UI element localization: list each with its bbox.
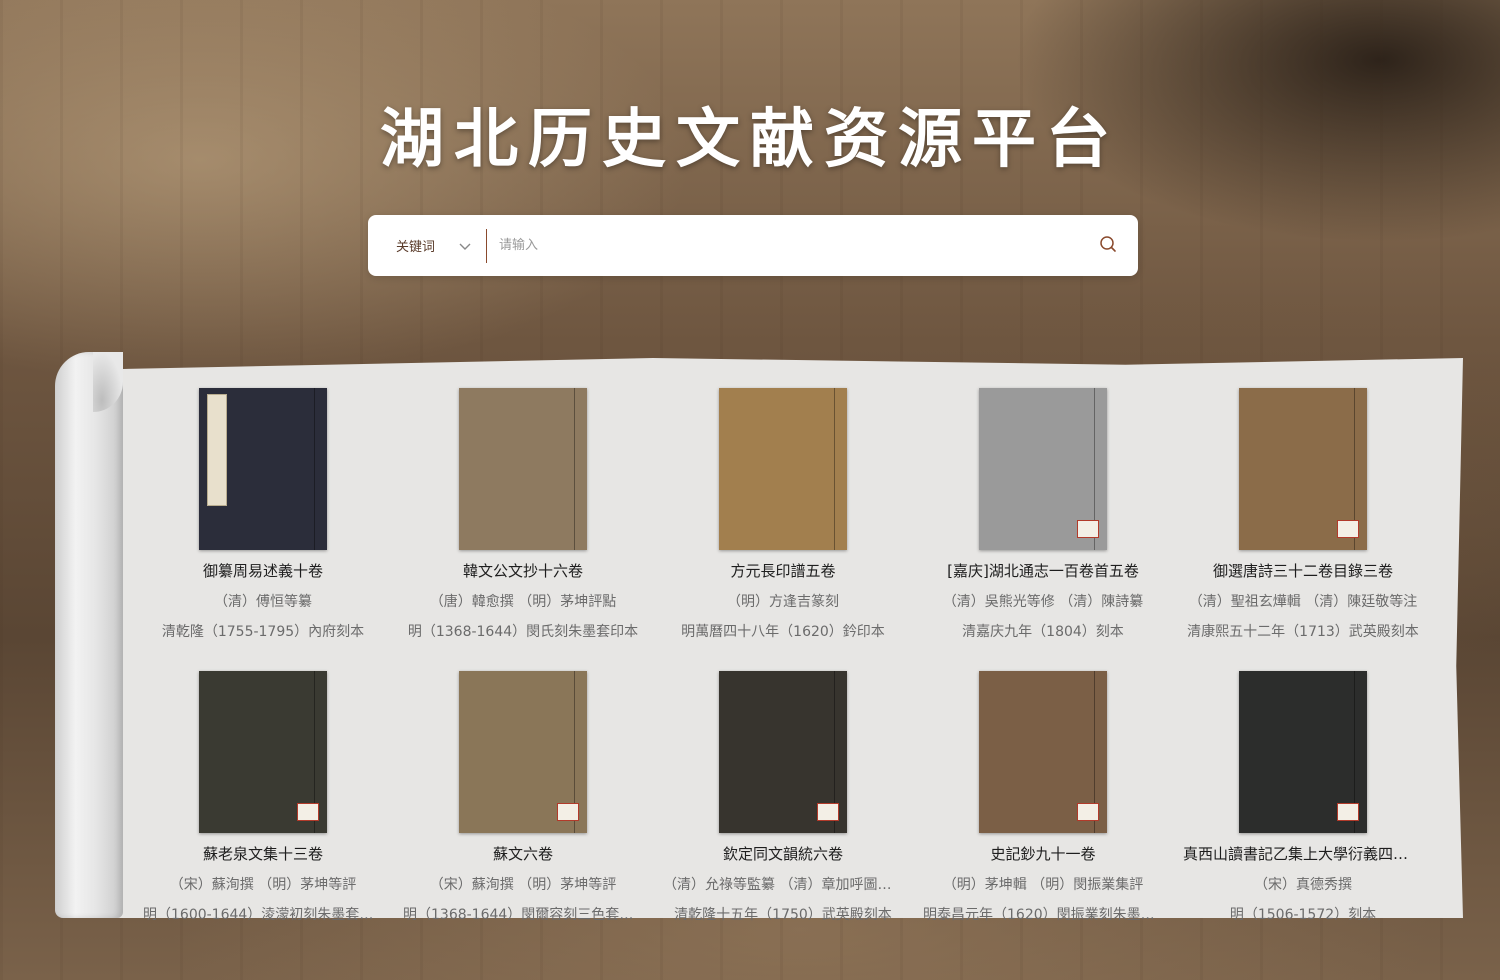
book-card[interactable]: [嘉庆]湖北通志一百卷首五卷 （清）吳熊光等修 （清）陳詩纂 清嘉庆九年（1804）…	[913, 388, 1173, 641]
library-seal-icon	[1337, 803, 1359, 821]
cover-binding-line	[574, 388, 575, 550]
book-grid: 御纂周易述義十卷 （清）傅恒等纂清乾隆（1755-1795）內府刻本 韓文公文抄十六…	[133, 388, 1433, 924]
cover-label-strip	[207, 394, 227, 506]
book-cover-image[interactable]	[1239, 671, 1367, 833]
book-author: （清）聖祖玄燁輯 （清）陳廷敬等注	[1188, 594, 1418, 610]
library-seal-icon	[557, 803, 579, 821]
book-author: （清）傅恒等纂	[214, 594, 312, 610]
book-title[interactable]: 欽定同文韻統六卷	[663, 843, 903, 864]
search-bar: 关键词	[368, 215, 1138, 276]
book-edition: 明（1368-1644）閔爾容刻三色套印本	[403, 907, 643, 923]
library-seal-icon	[1337, 520, 1359, 538]
scroll-panel: 御纂周易述義十卷 （清）傅恒等纂清乾隆（1755-1795）內府刻本 韓文公文抄十六…	[55, 352, 1465, 924]
book-title[interactable]: [嘉庆]湖北通志一百卷首五卷	[923, 560, 1163, 581]
scroll-rod	[55, 352, 123, 918]
cover-binding-line	[834, 388, 835, 550]
page-title: 湖北历史文献资源平台	[380, 102, 1120, 177]
book-author: （明）方逢吉篆刻	[727, 594, 839, 610]
book-cover-image[interactable]	[1239, 388, 1367, 550]
search-icon	[1099, 235, 1117, 257]
library-seal-icon	[297, 803, 319, 821]
book-card[interactable]: 欽定同文韻統六卷 （清）允祿等監纂 （清）章加呼圖克圖等 清乾隆十五年（1750）武…	[653, 671, 913, 924]
book-title[interactable]: 方元長印譜五卷	[663, 560, 903, 581]
book-card[interactable]: 方元長印譜五卷 （明）方逢吉篆刻明萬曆四十八年（1620）鈐印本	[653, 388, 913, 641]
library-seal-icon	[1077, 520, 1099, 538]
book-author: （宋）真德秀撰	[1254, 877, 1352, 893]
search-button[interactable]	[1078, 215, 1138, 276]
book-edition: 明萬曆四十八年（1620）鈐印本	[681, 624, 885, 640]
book-author: （明）茅坤輯 （明）閔振業集評	[942, 877, 1144, 893]
book-title[interactable]: 御選唐詩三十二卷目錄三卷	[1183, 560, 1423, 581]
book-cover-image[interactable]	[199, 388, 327, 550]
book-cover-image[interactable]	[719, 671, 847, 833]
book-title[interactable]: 蘇老泉文集十三卷	[143, 843, 383, 864]
cover-binding-line	[314, 388, 315, 550]
book-card[interactable]: 蘇老泉文集十三卷 （宋）蘇洵撰 （明）茅坤等評明（1600-1644）淩濛初刻朱墨…	[133, 671, 393, 924]
book-edition: 明（1368-1644）閔氏刻朱墨套印本	[407, 624, 639, 640]
book-title[interactable]: 御纂周易述義十卷	[143, 560, 383, 581]
library-seal-icon	[817, 803, 839, 821]
book-title[interactable]: 真西山讀書記乙集上大學衍義四十三卷	[1183, 843, 1423, 864]
search-input[interactable]	[487, 215, 1078, 276]
library-seal-icon	[1077, 803, 1099, 821]
book-cover-image[interactable]	[979, 388, 1107, 550]
book-author: （清）允祿等監纂 （清）章加呼圖克圖等	[663, 877, 903, 893]
book-author: （宋）蘇洵撰 （明）茅坤等評	[169, 877, 357, 893]
book-cover-image[interactable]	[719, 388, 847, 550]
search-field-select[interactable]: 关键词	[368, 215, 486, 276]
book-author: （宋）蘇洵撰 （明）茅坤等評	[429, 877, 617, 893]
book-edition: 明（1506-1572）刻本	[1229, 907, 1377, 923]
book-title[interactable]: 蘇文六卷	[403, 843, 643, 864]
book-title[interactable]: 史記鈔九十一卷	[923, 843, 1163, 864]
book-card[interactable]: 韓文公文抄十六卷 （唐）韓愈撰 （明）茅坤評點明（1368-1644）閔氏刻朱墨套…	[393, 388, 653, 641]
book-title[interactable]: 韓文公文抄十六卷	[403, 560, 643, 581]
book-cover-image[interactable]	[459, 671, 587, 833]
book-edition: 明泰昌元年（1620）閔振業刻朱墨套印本	[923, 907, 1163, 923]
book-cover-image[interactable]	[459, 388, 587, 550]
book-cover-image[interactable]	[199, 671, 327, 833]
book-edition: 清乾隆（1755-1795）內府刻本	[161, 624, 365, 640]
book-card[interactable]: 真西山讀書記乙集上大學衍義四十三卷 （宋）真德秀撰明（1506-1572）刻本	[1173, 671, 1433, 924]
book-card[interactable]: 蘇文六卷 （宋）蘇洵撰 （明）茅坤等評明（1368-1644）閔爾容刻三色套印本	[393, 671, 653, 924]
book-card[interactable]: 御纂周易述義十卷 （清）傅恒等纂清乾隆（1755-1795）內府刻本	[133, 388, 393, 641]
book-edition: 清乾隆十五年（1750）武英殿刻本	[674, 907, 892, 923]
book-author: （清）吳熊光等修 （清）陳詩纂	[942, 594, 1144, 610]
search-field-label: 关键词	[396, 240, 436, 255]
book-card[interactable]: 史記鈔九十一卷 （明）茅坤輯 （明）閔振業集評明泰昌元年（1620）閔振業刻朱墨套…	[913, 671, 1173, 924]
book-cover-image[interactable]	[979, 671, 1107, 833]
book-edition: 明（1600-1644）淩濛初刻朱墨套印本	[143, 907, 383, 923]
book-edition: 清嘉庆九年（1804）刻本	[962, 624, 1124, 640]
book-card[interactable]: 御選唐詩三十二卷目錄三卷 （清）聖祖玄燁輯 （清）陳廷敬等注 清康熙五十二年（171…	[1173, 388, 1433, 641]
book-author: （唐）韓愈撰 （明）茅坤評點	[429, 594, 617, 610]
book-edition: 清康熙五十二年（1713）武英殿刻本	[1187, 624, 1419, 640]
chevron-down-icon	[459, 236, 471, 255]
